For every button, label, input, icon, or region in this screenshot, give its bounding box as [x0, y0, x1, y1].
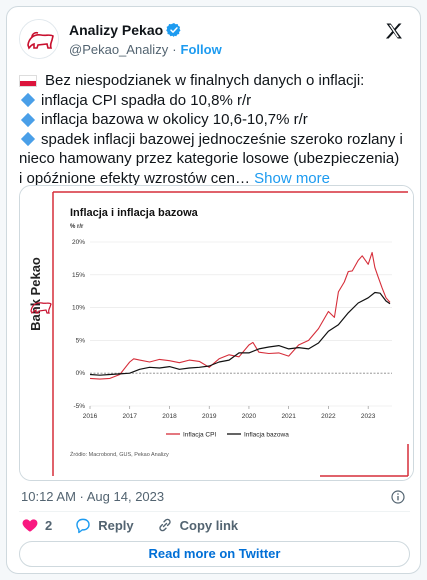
blue-diamond-icon — [20, 112, 36, 127]
reply-button[interactable]: Reply — [74, 516, 134, 534]
copy-link-button[interactable]: Copy link — [156, 516, 239, 534]
tweet-line-5: nieco hamowany przez kategorie losowe (u… — [19, 150, 400, 167]
poland-flag-icon — [19, 74, 37, 87]
show-more-link[interactable]: Show more — [254, 170, 330, 187]
y-tick-label: 20% — [72, 239, 85, 246]
reply-label: Reply — [98, 517, 134, 533]
tweet-line-3: inflacja bazowa w okolicy 10,6-10,7% r/r — [19, 110, 414, 130]
blue-diamond-icon — [20, 132, 36, 147]
y-tick-label: 5% — [76, 337, 86, 344]
verified-badge-icon — [166, 23, 181, 37]
tweet-line-text: i opóźnione efekty wzrostów cen… — [19, 169, 250, 187]
heart-icon — [22, 519, 38, 532]
x-tick-label: 2016 — [83, 413, 98, 420]
x-tick-label: 2019 — [202, 413, 217, 420]
tweet-header: Analizy Pekao @Pekao_Analizy · Follow — [19, 19, 410, 63]
x-tick-label: 2022 — [321, 413, 336, 420]
y-axis-unit: % r/r — [70, 224, 84, 230]
info-icon[interactable] — [390, 489, 406, 505]
legend-label-cpi: Inflacja CPI — [183, 432, 216, 439]
copy-link-label: Copy link — [179, 517, 239, 533]
tweet-line-4: spadek inflacji bazowej jednocześnie sze… — [19, 130, 414, 150]
name-row: Analizy Pekao — [69, 22, 182, 38]
x-tick-label: 2020 — [242, 413, 257, 420]
x-tick-label: 2018 — [162, 413, 177, 420]
link-icon — [158, 518, 171, 532]
bison-logo-icon — [20, 20, 58, 58]
y-tick-label: 15% — [72, 272, 85, 279]
chart-image[interactable]: Bank Pekao Inflacja i inflacja bazowa % … — [19, 185, 414, 481]
chart-title: Inflacja i inflacja bazowa — [70, 207, 199, 219]
divider — [19, 511, 410, 512]
x-tick-label: 2021 — [281, 413, 296, 420]
x-tick-label: 2023 — [361, 413, 376, 420]
chart-svg: Bank Pekao Inflacja i inflacja bazowa % … — [20, 186, 413, 480]
x-logo-icon[interactable] — [384, 21, 404, 41]
legend-label-core: Inflacja bazowa — [244, 432, 289, 439]
follow-button[interactable]: Follow — [181, 42, 222, 57]
chart-source: Źródło: Macrobond, GUS, Pekao Analizy — [70, 451, 169, 458]
blue-diamond-icon — [20, 93, 36, 108]
tweet-card: Analizy Pekao @Pekao_Analizy · Follow Be… — [6, 6, 421, 574]
x-tick-label: 2017 — [123, 413, 138, 420]
y-tick-label: -5% — [73, 403, 85, 410]
account-name[interactable]: Analizy Pekao — [69, 22, 163, 38]
action-bar: 2 Reply Copy link — [21, 516, 260, 534]
tweet-text: Bez niespodzianek w finalnych danych o i… — [19, 71, 414, 188]
y-tick-label: 10% — [72, 305, 85, 312]
separator-dot: · — [172, 42, 177, 57]
tweet-line-text: inflacja bazowa w okolicy 10,6-10,7% r/r — [41, 111, 308, 128]
tweet-line-text: inflacja CPI spadła do 10,8% r/r — [41, 91, 252, 109]
like-button[interactable]: 2 — [21, 516, 52, 534]
avatar[interactable] — [19, 19, 59, 59]
like-count: 2 — [45, 517, 53, 533]
account-handle[interactable]: @Pekao_Analizy — [69, 42, 168, 57]
tweet-line-2: inflacja CPI spadła do 10,8% r/r — [19, 91, 414, 111]
read-more-button[interactable]: Read more on Twitter — [19, 541, 410, 567]
tweet-line-1: Bez niespodzianek w finalnych danych o i… — [19, 71, 414, 91]
reply-icon — [76, 518, 90, 534]
y-tick-label: 0% — [76, 370, 86, 377]
handle-row: @Pekao_Analizy · Follow — [69, 42, 222, 57]
tweet-line-text: spadek inflacji bazowej jednocześnie sze… — [41, 130, 403, 148]
brand-label: Bank Pekao — [28, 257, 43, 331]
tweet-line-text: Bez niespodzianek w finalnych danych o i… — [45, 72, 365, 89]
tweet-timestamp[interactable]: 10:12 AM · Aug 14, 2023 — [21, 489, 164, 504]
